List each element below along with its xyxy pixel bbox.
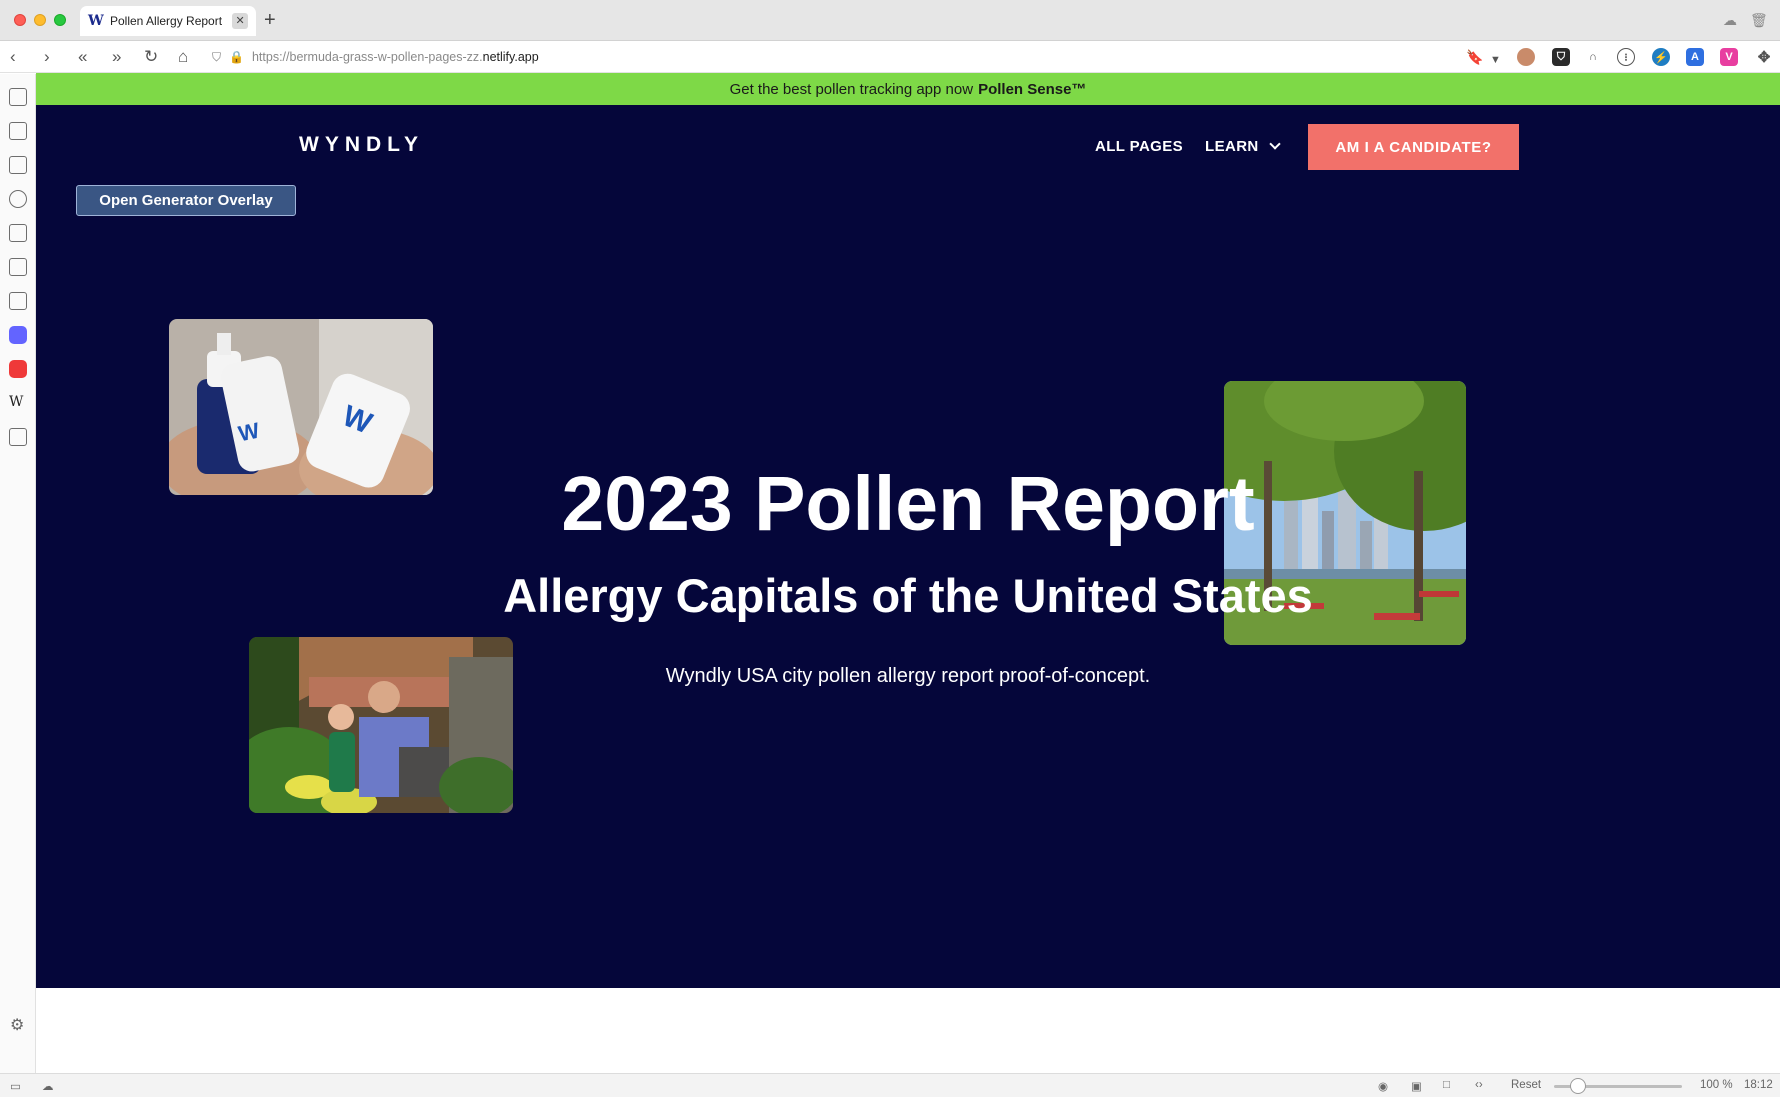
minimize-window-button[interactable] bbox=[34, 14, 46, 26]
url-prefix: https://bermuda-grass-w-pollen-pages-zz. bbox=[251, 50, 483, 64]
chevron-down-icon[interactable]: ▼ bbox=[1490, 50, 1501, 70]
panel-toggle-icon[interactable]: ▭ bbox=[10, 1079, 21, 1093]
translate-extension-icon[interactable]: A bbox=[1686, 48, 1704, 66]
bookmark-icon[interactable]: 🔖 bbox=[1466, 47, 1483, 67]
tab-title: Pollen Allergy Report bbox=[110, 14, 223, 28]
extensions-puzzle-icon[interactable]: ✥ bbox=[1755, 48, 1773, 66]
candidate-cta-button[interactable]: AM I A CANDIDATE? bbox=[1308, 124, 1519, 170]
home-icon[interactable]: ⌂ bbox=[178, 47, 188, 67]
zoom-level: 100 % bbox=[1700, 1079, 1733, 1091]
tracker-shield-icon[interactable]: ⛉ bbox=[212, 50, 221, 65]
nav-learn-label: LEARN bbox=[1205, 138, 1259, 155]
close-window-button[interactable] bbox=[14, 14, 26, 26]
new-tab-button[interactable]: + bbox=[264, 10, 276, 30]
history-icon[interactable] bbox=[9, 190, 27, 208]
page-title: 2023 Pollen Report bbox=[561, 461, 1255, 547]
add-panel-icon[interactable] bbox=[9, 428, 27, 446]
back-icon[interactable]: ‹ bbox=[10, 47, 16, 67]
sync-cloud-icon[interactable]: ☁ bbox=[42, 1079, 54, 1093]
page-tiling-icon[interactable]: □ bbox=[1443, 1079, 1450, 1091]
promo-banner[interactable]: Get the best pollen tracking app now Pol… bbox=[36, 73, 1780, 105]
trash-icon[interactable]: 🗑 bbox=[1750, 12, 1768, 29]
open-generator-overlay-button[interactable]: Open Generator Overlay bbox=[76, 185, 296, 216]
vivaldi-icon[interactable] bbox=[9, 360, 27, 378]
page-actions-icon[interactable]: ‹› bbox=[1475, 1079, 1483, 1091]
fast-forward-icon[interactable]: » bbox=[112, 47, 121, 67]
clock: 18:12 bbox=[1744, 1079, 1773, 1091]
page-viewport: Get the best pollen tracking app now Pol… bbox=[36, 73, 1780, 1073]
notes-icon[interactable] bbox=[9, 224, 27, 242]
downloads-icon[interactable] bbox=[9, 156, 27, 174]
mastodon-icon[interactable] bbox=[9, 326, 27, 344]
hero-section: WYNDLY ALL PAGES LEARN AM I A CANDIDATE?… bbox=[36, 105, 1780, 988]
lock-icon[interactable]: 🔒 bbox=[229, 50, 244, 64]
reload-icon[interactable]: ↻ bbox=[144, 47, 158, 67]
speed-extension-icon[interactable]: ⚡ bbox=[1652, 48, 1670, 66]
zoom-slider-handle[interactable] bbox=[1570, 1078, 1586, 1094]
page-description: Wyndly USA city pollen allergy report pr… bbox=[665, 665, 1151, 687]
chevron-down-icon bbox=[1269, 138, 1281, 150]
browser-sidebar: W ⚙ bbox=[0, 74, 36, 1073]
settings-gear-icon[interactable]: ⚙ bbox=[10, 1015, 24, 1035]
bookmarks-panel-icon[interactable] bbox=[9, 88, 27, 106]
translate-panel-icon[interactable] bbox=[9, 292, 27, 310]
browser-tab-active[interactable]: W Pollen Allergy Report ✕ bbox=[80, 6, 256, 36]
browser-address-bar: ‹ › « » ↻ ⌂ ⛉ 🔒 https://bermuda-grass-w-… bbox=[0, 41, 1780, 73]
reading-list-icon[interactable] bbox=[9, 122, 27, 140]
cloud-sync-icon[interactable]: ☁ bbox=[1723, 12, 1737, 29]
nav-all-pages[interactable]: ALL PAGES bbox=[1095, 138, 1183, 155]
calendar-icon[interactable] bbox=[9, 258, 27, 276]
reader-extension-icon[interactable]: ⁝ bbox=[1617, 48, 1635, 66]
forward-icon[interactable]: › bbox=[44, 47, 50, 67]
wyndly-logo[interactable]: WYNDLY bbox=[299, 133, 424, 157]
wyndly-favicon-icon: W bbox=[88, 13, 104, 29]
zoom-window-button[interactable] bbox=[54, 14, 66, 26]
url-field[interactable]: ⛉ 🔒 https://bermuda-grass-w-pollen-pages… bbox=[212, 46, 1452, 68]
zoom-reset-button[interactable]: Reset bbox=[1511, 1079, 1541, 1091]
wikipedia-icon[interactable]: W bbox=[9, 394, 23, 410]
vivaldi-extension-icon[interactable]: V bbox=[1720, 48, 1738, 66]
promo-link[interactable]: Pollen Sense™ bbox=[978, 81, 1086, 98]
garden-photo bbox=[249, 637, 513, 813]
browser-statusbar: ▭ ☁ ◉ ▣ □ ‹› Reset 100 % 18:12 bbox=[0, 1073, 1780, 1097]
tab-close-icon[interactable]: ✕ bbox=[232, 13, 248, 29]
url-domain: netlify.app bbox=[482, 50, 539, 64]
page-subtitle: Allergy Capitals of the United States bbox=[503, 569, 1313, 622]
image-toggle-icon[interactable]: ▣ bbox=[1411, 1079, 1422, 1093]
nav-learn[interactable]: LEARN bbox=[1205, 138, 1281, 155]
promo-text: Get the best pollen tracking app now bbox=[729, 80, 974, 98]
rewind-icon[interactable]: « bbox=[78, 47, 87, 67]
screenshot-icon[interactable]: ◉ bbox=[1378, 1079, 1388, 1093]
arc-extension-icon[interactable]: ∩ bbox=[1584, 48, 1602, 66]
profile-avatar[interactable] bbox=[1517, 48, 1535, 66]
bitwarden-extension-icon[interactable]: ⛉ bbox=[1552, 48, 1570, 66]
browser-titlebar: W Pollen Allergy Report ✕ + ☁ 🗑 bbox=[0, 0, 1780, 41]
